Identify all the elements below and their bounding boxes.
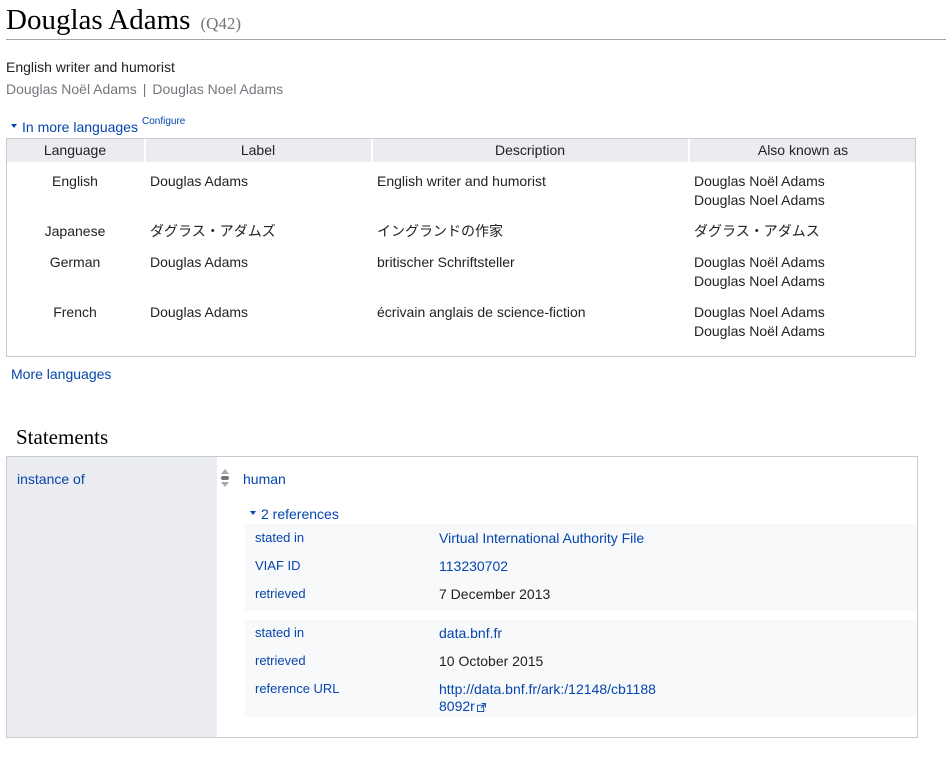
- entity-aliases: Douglas Noël Adams | Douglas Noel Adams: [6, 81, 283, 97]
- statement-group: instance of human 2 references stated in…: [6, 456, 918, 738]
- alias: Douglas Noel Adams: [152, 81, 284, 97]
- reference-block: stated in Virtual International Authorit…: [245, 524, 917, 611]
- row-aliases: Douglas Noel Adams Douglas Noël Adams: [694, 303, 825, 341]
- normal-rank-icon[interactable]: [220, 468, 230, 488]
- row-alias: Douglas Noel Adams: [694, 192, 825, 208]
- in-more-languages-toggle[interactable]: In more languages: [11, 119, 138, 135]
- languages-table-header: Language Label Description Also known as: [7, 139, 915, 162]
- statements-heading: Statements: [16, 425, 109, 449]
- row-aliases: ダグラス・アダムス: [694, 222, 820, 241]
- alias-separator: |: [142, 81, 147, 97]
- row-alias: Douglas Noël Adams: [694, 323, 825, 339]
- configure-link[interactable]: Configure: [142, 116, 185, 127]
- row-alias: Douglas Noel Adams: [694, 304, 825, 320]
- alias: Douglas Noël Adams: [6, 81, 137, 97]
- header-aliases: Also known as: [688, 139, 916, 162]
- row-aliases: Douglas Noël Adams Douglas Noel Adams: [694, 253, 825, 291]
- row-language: German: [49, 254, 101, 270]
- ref-value-retrieved-date: 7 December 2013: [439, 586, 551, 602]
- references-count: 2 references: [261, 506, 339, 522]
- row-alias: Douglas Noel Adams: [694, 273, 825, 289]
- url-line-2: 8092r: [439, 698, 475, 714]
- row-alias: Douglas Noël Adams: [694, 173, 825, 189]
- row-description: écrivain anglais de science-fiction: [377, 304, 586, 320]
- ref-value-retrieved-date: 10 October 2015: [439, 653, 544, 669]
- url-line-1: http://data.bnf.fr/ark:/12148/cb1188: [439, 681, 656, 697]
- triangle-down-icon: [11, 124, 17, 129]
- row-label: ダグラス・アダムズ: [150, 223, 276, 239]
- ref-value-reference-url[interactable]: http://data.bnf.fr/ark:/12148/cb1188 809…: [439, 681, 656, 715]
- ref-property-stated-in[interactable]: stated in: [255, 625, 304, 640]
- ref-property-retrieved[interactable]: retrieved: [255, 586, 306, 601]
- row-language: French: [53, 304, 97, 320]
- entity-label: Douglas Adams: [6, 4, 191, 36]
- statement-value-human[interactable]: human: [243, 471, 286, 487]
- header-label: Label: [144, 139, 370, 162]
- references-toggle[interactable]: 2 references: [250, 506, 339, 522]
- triangle-down-icon: [250, 511, 256, 516]
- ref-property-retrieved[interactable]: retrieved: [255, 653, 306, 668]
- header-description: Description: [371, 139, 687, 162]
- row-label: Douglas Adams: [150, 304, 249, 320]
- statement-property-cell: instance of: [7, 457, 217, 737]
- row-label: Douglas Adams: [150, 254, 249, 270]
- row-description: English writer and humorist: [377, 173, 546, 189]
- row-language: Japanese: [44, 223, 106, 239]
- in-more-languages-label: In more languages: [22, 119, 138, 135]
- more-languages-link[interactable]: More languages: [11, 366, 111, 382]
- external-link-icon: [476, 702, 486, 712]
- ref-property-reference-url[interactable]: reference URL: [255, 681, 340, 696]
- ref-property-stated-in[interactable]: stated in: [255, 530, 304, 545]
- header-language: Language: [43, 142, 107, 158]
- ref-value-viaf-id[interactable]: 113230702: [439, 558, 508, 575]
- row-aliases: Douglas Noël Adams Douglas Noel Adams: [694, 172, 825, 210]
- row-alias: Douglas Noël Adams: [694, 254, 825, 270]
- row-label: Douglas Adams: [150, 173, 249, 189]
- languages-table: Language Label Description Also known as…: [6, 138, 916, 357]
- entity-header: Douglas Adams (Q42): [6, 4, 946, 40]
- row-description: britischer Schriftsteller: [377, 254, 515, 270]
- entity-title: Douglas Adams (Q42): [6, 4, 241, 37]
- entity-id: (Q42): [200, 14, 242, 33]
- row-alias: ダグラス・アダムス: [694, 223, 820, 239]
- property-instance-of[interactable]: instance of: [17, 471, 85, 487]
- ref-value-viaf[interactable]: Virtual International Authority File: [439, 530, 644, 547]
- row-description: イングランドの作家: [377, 223, 503, 239]
- ref-value-data-bnf[interactable]: data.bnf.fr: [439, 625, 502, 642]
- reference-block: stated in data.bnf.fr retrieved 10 Octob…: [245, 620, 917, 717]
- ref-property-viaf-id[interactable]: VIAF ID: [255, 558, 301, 573]
- entity-description: English writer and humorist: [6, 59, 175, 75]
- row-language: English: [52, 173, 98, 189]
